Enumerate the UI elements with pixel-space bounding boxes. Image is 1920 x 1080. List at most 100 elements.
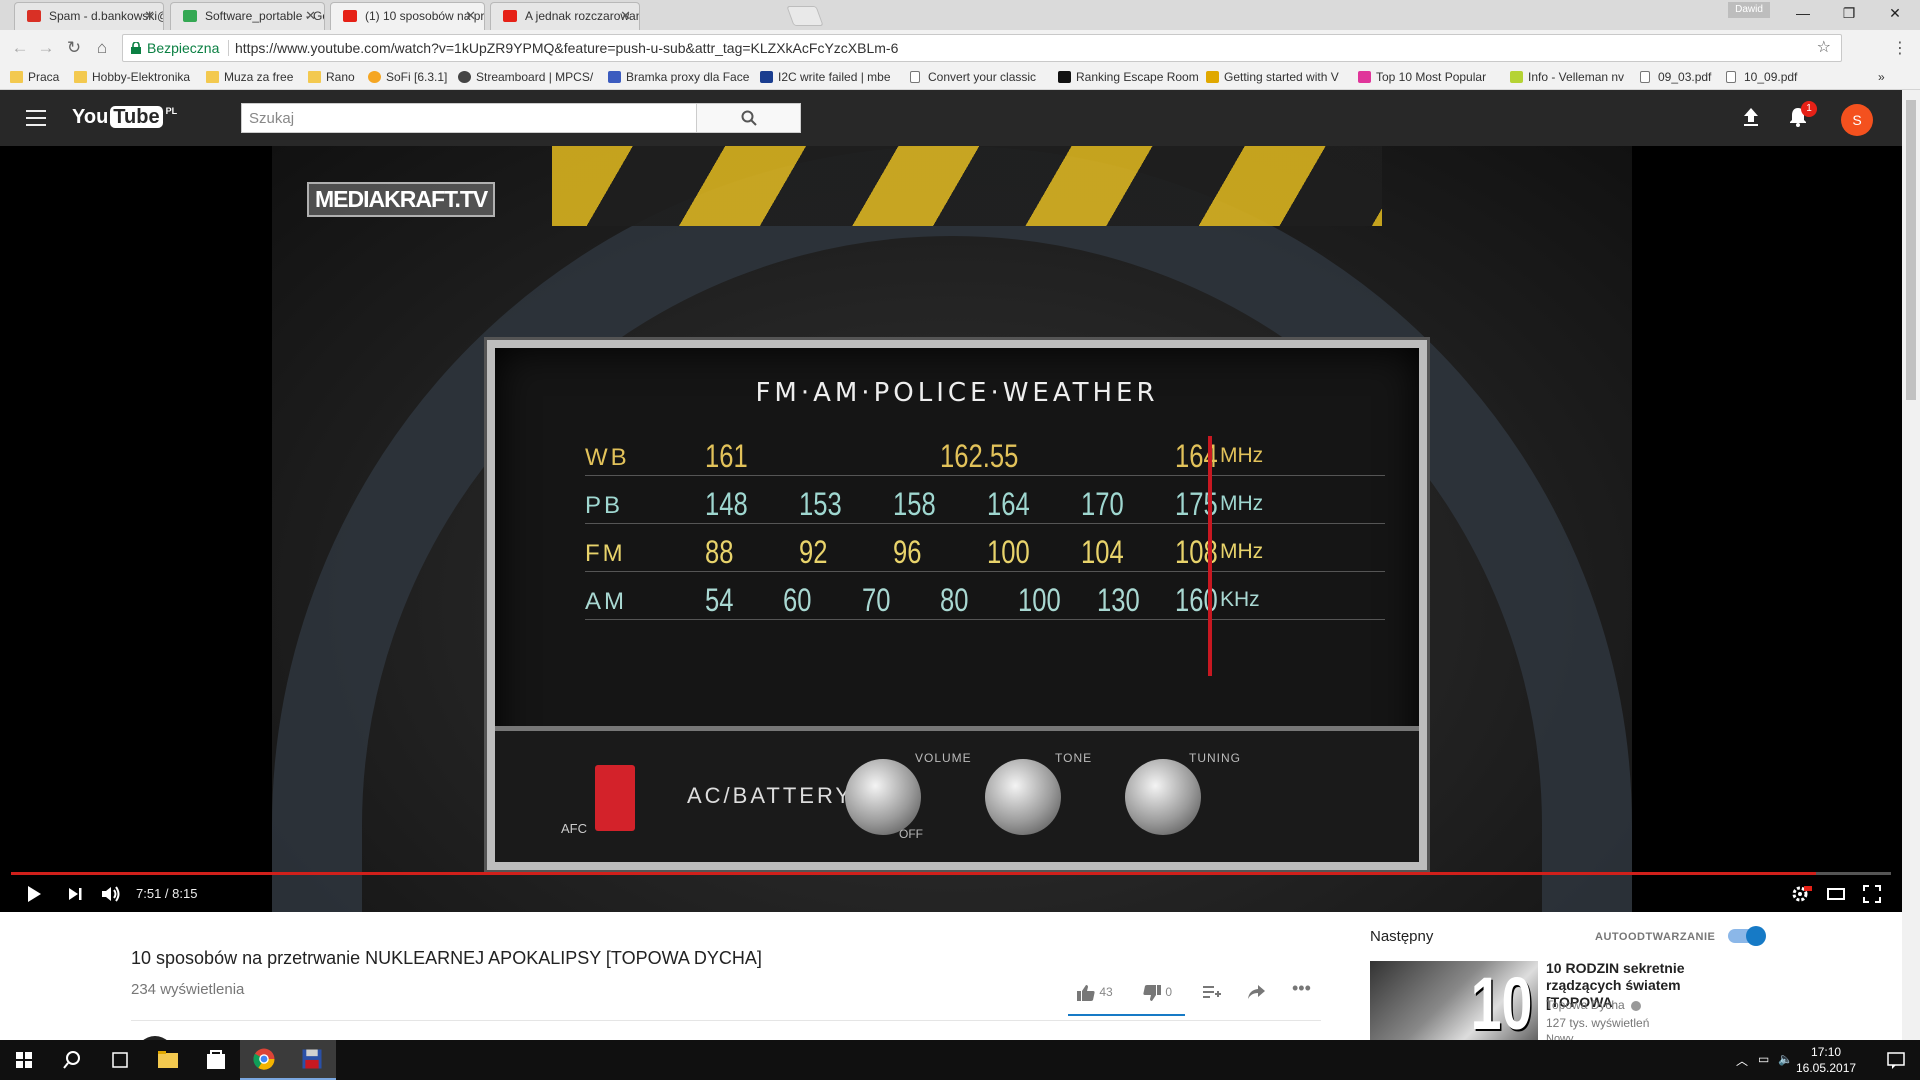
bookmarks-overflow-icon[interactable]: »: [1878, 70, 1885, 84]
folder-icon: [308, 71, 321, 83]
dial-row: PB 148 153 158 164 170 175 MHz: [585, 484, 1385, 524]
page-icon: [1726, 71, 1736, 83]
dial-number: 88: [705, 534, 734, 570]
maximize-button[interactable]: ❐: [1826, 0, 1872, 26]
bookmark-folder-rano[interactable]: Rano: [308, 70, 355, 84]
sofi-icon: [368, 71, 381, 83]
volume-icon[interactable]: [100, 884, 122, 904]
bookmark-pdf-1009[interactable]: 10_09.pdf: [1726, 70, 1797, 84]
tab-youtube-active[interactable]: (1) 10 sposobów na prze ✕: [330, 2, 485, 30]
bookmark-label: Hobby-Elektronika: [92, 70, 191, 84]
search-icon: [741, 110, 757, 126]
tray-chevron-icon[interactable]: ︿: [1736, 1052, 1748, 1069]
theater-mode-icon[interactable]: [1826, 884, 1846, 904]
speaker-icon[interactable]: 🔈: [1778, 1052, 1793, 1066]
file-explorer-icon[interactable]: [144, 1040, 192, 1080]
clock-date: 16.05.2017: [1796, 1061, 1857, 1075]
video-player[interactable]: MEDIAKRAFT.TV FM·AM·POLICE·WEATHER WB 161…: [0, 146, 1902, 912]
youtube-logo[interactable]: You Tube PL: [72, 106, 177, 129]
fullscreen-icon[interactable]: [1862, 884, 1882, 904]
tab-close-icon[interactable]: ✕: [465, 3, 476, 29]
bookmark-pdf-0903[interactable]: 09_03.pdf: [1640, 70, 1711, 84]
bookmark-label: Top 10 Most Popular: [1376, 70, 1487, 84]
user-avatar[interactable]: S: [1841, 104, 1873, 136]
channel-watermark: MEDIAKRAFT.TV: [307, 182, 496, 217]
menu-icon[interactable]: [26, 110, 46, 126]
more-actions-icon[interactable]: •••: [1292, 978, 1311, 999]
search-button[interactable]: [697, 103, 801, 133]
like-count: 43: [1099, 985, 1113, 1000]
youtube-icon: [343, 10, 357, 22]
bookmark-folder-praca[interactable]: Praca: [10, 70, 59, 84]
tab-google-drive[interactable]: Software_portable - Goo ✕: [170, 2, 325, 30]
volume-label: VOLUME: [915, 751, 972, 765]
dial-number: 80: [940, 582, 969, 618]
view-count: 234 wyświetlenia: [131, 981, 245, 998]
bookmark-label: 10_09.pdf: [1744, 70, 1798, 84]
add-to-playlist-icon[interactable]: [1203, 984, 1221, 1000]
network-icon[interactable]: ▭: [1758, 1052, 1769, 1066]
bookmark-folder-hobby[interactable]: Hobby-Elektronika: [74, 70, 190, 84]
tuning-knob: [1125, 759, 1201, 835]
tab-gmail[interactable]: Spam - d.bankowski@gm ✕: [14, 2, 164, 30]
floppy-app-icon[interactable]: [288, 1040, 336, 1080]
profile-badge[interactable]: Dawid: [1728, 2, 1770, 18]
bookmark-streamboard[interactable]: Streamboard | MPCS/: [458, 70, 593, 84]
bookmark-star-icon[interactable]: ☆: [1817, 35, 1831, 61]
minimize-button[interactable]: —: [1780, 0, 1826, 26]
dial-band-label: PB: [585, 492, 624, 519]
next-video-channel[interactable]: Topowa Dycha: [1546, 998, 1642, 1012]
tab-close-icon[interactable]: ✕: [144, 3, 155, 29]
bookmark-convert[interactable]: Convert your classic: [910, 70, 1036, 84]
video-frame[interactable]: MEDIAKRAFT.TV FM·AM·POLICE·WEATHER WB 161…: [272, 146, 1632, 912]
task-view-icon[interactable]: [96, 1040, 144, 1080]
action-center-icon[interactable]: [1872, 1040, 1920, 1080]
url-text[interactable]: https://www.youtube.com/watch?v=1kUpZR9Y…: [235, 35, 898, 61]
tab-youtube-2[interactable]: A jednak rozczarowanie? ✕: [490, 2, 640, 30]
search-icon[interactable]: [48, 1040, 96, 1080]
settings-gear-icon[interactable]: [1790, 884, 1812, 904]
tab-close-icon[interactable]: ✕: [305, 3, 316, 29]
next-video-icon[interactable]: [66, 884, 84, 904]
home-button[interactable]: ⌂: [90, 36, 114, 60]
windows-start-icon[interactable]: [0, 1040, 48, 1080]
search-input[interactable]: Szukaj: [241, 103, 697, 133]
youtube-icon: [503, 10, 517, 22]
forward-button[interactable]: →: [34, 36, 58, 60]
progress-bar[interactable]: [11, 872, 1891, 875]
address-bar[interactable]: Bezpieczna https://www.youtube.com/watch…: [122, 34, 1842, 62]
system-clock[interactable]: 17:10 16.05.2017: [1796, 1044, 1856, 1076]
upload-icon[interactable]: [1741, 106, 1761, 128]
new-tab-button[interactable]: [786, 6, 824, 26]
bookmark-label: SoFi [6.3.1]: [386, 70, 448, 84]
dislike-button[interactable]: 0: [1142, 984, 1172, 1002]
dial-number: 148: [705, 486, 748, 522]
share-icon[interactable]: [1247, 984, 1265, 1000]
bookmark-velleman[interactable]: Info - Velleman nv: [1510, 70, 1624, 84]
bookmark-label: Bramka proxy dla Face: [626, 70, 750, 84]
like-button[interactable]: 43: [1076, 984, 1113, 1002]
autoplay-toggle[interactable]: [1728, 926, 1766, 946]
dial-number: 130: [1096, 582, 1140, 618]
close-window-button[interactable]: ✕: [1872, 0, 1918, 26]
bookmark-bramka-proxy[interactable]: Bramka proxy dla Face: [608, 70, 749, 84]
bookmark-sofi[interactable]: SoFi [6.3.1]: [368, 70, 447, 84]
play-icon[interactable]: [24, 884, 44, 904]
reload-button[interactable]: ↻: [62, 36, 86, 60]
security-label: Bezpieczna: [147, 40, 220, 56]
chrome-menu-icon[interactable]: ⋮: [1892, 38, 1908, 58]
thumbnail-number: 10: [1470, 962, 1532, 1045]
store-icon[interactable]: [192, 1040, 240, 1080]
back-button[interactable]: ←: [8, 36, 32, 60]
page-scrollbar[interactable]: [1902, 90, 1920, 1040]
radio-control-panel: AFC AC/BATTERY VOLUME TONE TUNING OFF: [495, 726, 1419, 862]
bookmark-escape-room[interactable]: Ranking Escape Room: [1058, 70, 1199, 84]
tab-close-icon[interactable]: ✕: [620, 3, 631, 29]
clock-time: 17:10: [1811, 1045, 1842, 1059]
scrollbar-thumb[interactable]: [1906, 100, 1916, 400]
chrome-icon[interactable]: [240, 1040, 288, 1080]
bookmark-i2c[interactable]: I2C write failed | mbe: [760, 70, 891, 84]
bookmark-folder-muza[interactable]: Muza za free: [206, 70, 293, 84]
bookmark-getting-started[interactable]: Getting started with V: [1206, 70, 1339, 84]
bookmark-top10[interactable]: Top 10 Most Popular: [1358, 70, 1486, 84]
